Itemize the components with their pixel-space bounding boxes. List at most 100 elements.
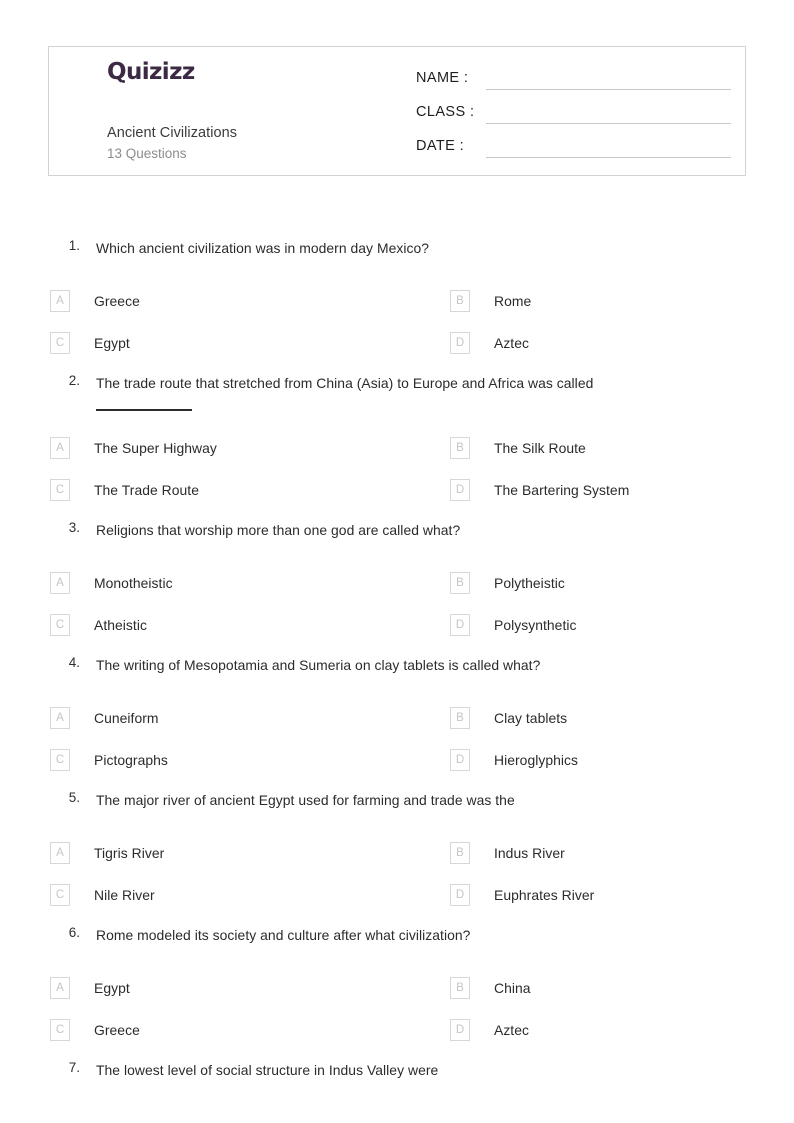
fill-in-blank-line[interactable] [96,409,192,412]
worksheet-header-card: Quizizz Ancient Civilizations 13 Questio… [48,46,746,176]
question-header: 2. The trade route that stretched from Ch… [48,373,748,412]
meta-row-class: CLASS : [416,101,741,135]
answer-option[interactable]: B China [398,967,748,1009]
name-field-input-line[interactable] [486,89,731,90]
answer-option-letter[interactable]: A [50,290,70,312]
answer-option-letter[interactable]: D [450,614,470,637]
answer-option-letter[interactable]: C [50,479,70,502]
question-header: 5. The major river of ancient Egypt used … [48,790,748,816]
answer-option-letter[interactable]: B [450,707,470,730]
quizizz-logo: Quizizz [107,61,195,84]
answer-option-text: Egypt [94,335,130,351]
question-number: 4. [68,655,80,671]
question-block: 6. Rome modeled its society and culture a… [48,925,748,1051]
answer-option-letter[interactable]: A [50,842,70,865]
answer-option[interactable]: B Rome [398,280,748,322]
answer-option-text: Atheistic [94,617,147,634]
answer-option-text: Tigris River [94,845,165,862]
answer-option-letter[interactable]: D [450,884,470,907]
answer-option[interactable]: D The Bartering System [398,469,748,511]
answer-option[interactable]: B Polytheistic [398,562,748,604]
answer-option-letter[interactable]: A [50,977,70,1000]
answer-option[interactable]: A Tigris River [48,832,398,874]
answer-option-letter[interactable]: C [50,1019,70,1042]
answer-option-text: Euphrates River [494,887,595,904]
answer-option-text: Pictographs [94,752,168,769]
answer-option-letter[interactable]: A [50,707,70,730]
question-number: 5. [68,790,80,806]
question-text: The trade route that stretched from Chin… [96,373,748,412]
answer-option-text: Aztec [494,1022,529,1039]
answer-option-text: Nile River [94,887,155,904]
answer-option-text: Egypt [94,980,130,997]
header-left-section: Quizizz Ancient Civilizations 13 Questio… [59,47,409,175]
answer-option-letter[interactable]: C [50,884,70,907]
answer-option-text: Monotheistic [94,575,173,592]
answer-options: A Greece B Rome C Egypt D Aztec [48,280,748,364]
answer-option-letter[interactable]: D [450,749,470,772]
class-field-label: CLASS : [416,104,475,120]
answer-options: A Cuneiform B Clay tablets C Pictographs D Hier… [48,697,748,781]
answer-option-letter[interactable]: B [450,977,470,1000]
answer-option[interactable]: A Cuneiform [48,697,398,739]
quizizz-logo-text: Quizizz [107,59,195,85]
answer-option[interactable]: D Aztec [398,322,748,364]
answer-option-letter[interactable]: D [450,479,470,502]
question-number: 1. [68,238,80,253]
answer-option[interactable]: A Monotheistic [48,562,398,604]
answer-option[interactable]: C The Trade Route [48,469,398,511]
date-field-label: DATE : [416,138,465,154]
question-number: 7. [68,1060,80,1076]
answer-option-text: Greece [94,1022,140,1039]
answer-option[interactable]: D Hieroglyphics [398,739,748,781]
answer-option[interactable]: C Nile River [48,874,398,916]
answer-option-letter[interactable]: D [450,332,470,354]
answer-option-letter[interactable]: B [450,290,470,312]
answer-option[interactable]: C Greece [48,1009,398,1051]
answer-option-letter[interactable]: D [450,1019,470,1042]
question-header: 6. Rome modeled its society and culture a… [48,925,748,951]
answer-option[interactable]: B Clay tablets [398,697,748,739]
answer-option[interactable]: B Indus River [398,832,748,874]
answer-option[interactable]: A The Super Highway [48,427,398,469]
question-header: 1. Which ancient civilization was in mode… [48,238,748,264]
answer-option[interactable]: C Egypt [48,322,398,364]
question-text: Religions that worship more than one god… [96,522,461,539]
answer-option-text: Clay tablets [494,710,568,727]
answer-option[interactable]: B The Silk Route [398,427,748,469]
question-block: 1. Which ancient civilization was in mode… [48,238,748,364]
answer-option[interactable]: C Atheistic [48,604,398,646]
answer-option-text: Polysynthetic [494,617,577,634]
question-block: 4. The writing of Mesopotamia and Sumeria… [48,655,748,781]
answer-option-text: China [494,980,531,997]
answer-option-letter[interactable]: C [50,614,70,637]
question-block: 2. The trade route that stretched from Ch… [48,373,748,511]
answer-option-text: The Trade Route [94,482,199,499]
quiz-title: Ancient Civilizations [107,125,237,141]
answer-options: A The Super Highway B The Silk Route C The Tr… [48,427,748,511]
answer-option-letter[interactable]: C [50,749,70,772]
answer-option[interactable]: D Euphrates River [398,874,748,916]
answer-option[interactable]: C Pictographs [48,739,398,781]
meta-row-name: NAME : [416,67,741,101]
answer-option-text: Greece [94,293,140,309]
answer-option[interactable]: A Egypt [48,967,398,1009]
answer-option-letter[interactable]: A [50,572,70,595]
date-field-input-line[interactable] [486,157,731,158]
answer-option-text: Cuneiform [94,710,159,727]
answer-option-letter[interactable]: A [50,437,70,460]
answer-option[interactable]: D Aztec [398,1009,748,1051]
worksheet-page: Quizizz Ancient Civilizations 13 Questio… [0,0,794,1123]
answer-option-letter[interactable]: B [450,572,470,595]
answer-option-text: The Super Highway [94,440,217,457]
answer-option-letter[interactable]: B [450,437,470,460]
question-number: 6. [68,925,80,941]
answer-option[interactable]: D Polysynthetic [398,604,748,646]
answer-option-letter[interactable]: B [450,842,470,865]
class-field-input-line[interactable] [486,123,731,124]
answer-options: A Monotheistic B Polytheistic C Atheistic D Pol… [48,562,748,646]
answer-option-letter[interactable]: C [50,332,70,354]
answer-option-text: Hieroglyphics [494,752,579,769]
answer-option[interactable]: A Greece [48,280,398,322]
quizizz-logo-dot-icon [122,80,125,83]
